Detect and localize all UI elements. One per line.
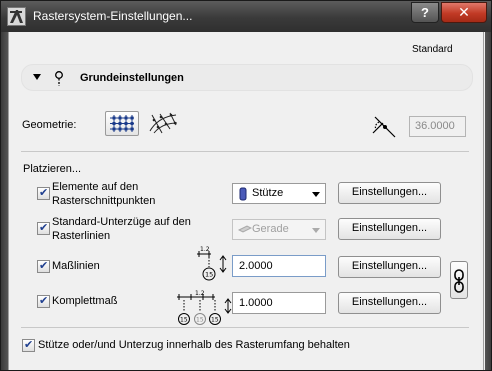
column-icon (239, 187, 247, 201)
chevron-down-icon (312, 192, 320, 197)
geometry-label: Geometrie: (22, 119, 77, 131)
collapse-arrow-icon[interactable] (33, 74, 41, 80)
separator (21, 151, 469, 152)
diagram-marker-label: 15 (196, 317, 204, 324)
window-frame-right (485, 32, 491, 370)
beams-on-gridlines-label-line1: Standard-Unterzüge auf den (52, 216, 191, 228)
section-header[interactable]: Grundeinstellungen (21, 64, 473, 91)
element-type-dropdown[interactable]: Stütze (232, 183, 326, 204)
angle-field[interactable]: 36.0000 (409, 116, 466, 137)
radial-grid-button[interactable] (146, 111, 180, 136)
diagram-marker-label: 15 (180, 317, 188, 324)
separator (21, 327, 469, 328)
beam-icon (238, 225, 252, 233)
chevron-down-icon (312, 228, 320, 233)
element-type-value: Stütze (252, 187, 284, 199)
title-bar: Rastersystem-Einstellungen... ? ✕ (1, 1, 491, 32)
diagram-dim-label: 1.2 (195, 290, 205, 297)
dimension-lines-offset-field[interactable]: 2.0000 (232, 255, 326, 277)
dimension-lines-label: Maßlinien (52, 260, 100, 272)
dialog-window: Rastersystem-Einstellungen... ? ✕ Standa… (0, 0, 492, 371)
keep-within-grid-checkbox[interactable] (22, 338, 35, 352)
keep-within-grid-label: Stütze oder/und Unterzug innerhalb des R… (38, 339, 350, 351)
close-button[interactable]: ✕ (441, 2, 487, 23)
radial-grid-icon (149, 112, 178, 134)
diagram-dim-label: 1.2 (200, 246, 210, 253)
overall-dimension-offset-field[interactable]: 1.0000 (232, 292, 326, 314)
elements-settings-button[interactable]: Einstellungen... (338, 182, 441, 204)
elements-on-intersections-label-line1: Elemente auf den (52, 181, 139, 193)
help-button[interactable]: ? (411, 2, 439, 23)
window-title: Rastersystem-Einstellungen... (33, 9, 193, 23)
rotation-angle-icon (372, 116, 396, 138)
elements-on-intersections-label-line2: Rasterschnittpunkten (52, 195, 156, 207)
beam-type-value: Gerade (252, 223, 289, 235)
beams-on-gridlines-label-line2: Rasterlinien (52, 230, 111, 242)
window-frame-left (1, 32, 8, 370)
pin-icon (55, 71, 63, 86)
orthogonal-grid-button[interactable] (105, 111, 139, 136)
overall-dimension-checkbox[interactable] (37, 294, 50, 308)
elements-on-intersections-checkbox[interactable] (37, 186, 50, 200)
beams-on-gridlines-checkbox[interactable] (37, 221, 50, 235)
favorite-label[interactable]: Standard (412, 44, 453, 55)
dimension-line-diagram-icon: 1.2 15 (197, 246, 227, 281)
beam-type-dropdown[interactable]: Gerade (232, 219, 326, 240)
orthogonal-grid-icon (110, 115, 134, 132)
overall-dimension-settings-button[interactable]: Einstellungen... (338, 292, 441, 314)
overall-dimension-diagram-icon: 1.2 15 15 15 (177, 290, 232, 325)
beams-settings-button[interactable]: Einstellungen... (338, 218, 441, 240)
diagram-marker-label: 15 (205, 271, 213, 279)
placement-heading: Platzieren... (23, 163, 82, 175)
section-title: Grundeinstellungen (80, 72, 184, 84)
dimension-lines-checkbox[interactable] (37, 259, 50, 273)
app-logo-icon (7, 7, 26, 26)
overall-dimension-label: Komplettmaß (52, 295, 118, 307)
chain-link-icon[interactable] (450, 261, 468, 299)
dimension-lines-settings-button[interactable]: Einstellungen... (338, 256, 441, 278)
diagram-marker-label: 15 (211, 317, 219, 324)
